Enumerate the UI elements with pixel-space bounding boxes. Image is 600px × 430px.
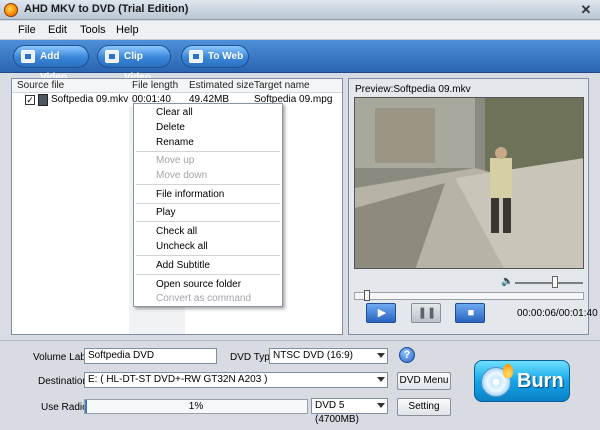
list-header: Source file File length Estimated size T… <box>12 79 342 93</box>
close-button[interactable]: ✕ <box>576 2 596 18</box>
web-icon <box>189 50 203 63</box>
video-file-icon <box>38 94 48 106</box>
destination-value: E: ( HL-DT-ST DVD+-RW GT32N A203 ) <box>88 374 268 385</box>
app-icon <box>4 3 18 17</box>
help-icon[interactable]: ? <box>399 347 415 363</box>
flame-icon <box>503 364 513 378</box>
dvd-type-select[interactable]: NTSC DVD (16:9) <box>269 348 388 364</box>
disc-size-select[interactable]: DVD 5 (4700MB) <box>311 398 388 425</box>
menu-check-all[interactable]: Check all <box>156 226 197 237</box>
destination-caption: Destination: <box>38 376 91 387</box>
to-web-label: To Web <box>208 51 244 62</box>
play-button[interactable]: ▶ <box>366 303 396 323</box>
pause-button[interactable]: ❚❚ <box>411 303 441 323</box>
disc-size-value: DVD 5 (4700MB) <box>315 400 359 425</box>
toolbar: Add Video Clip Video To Web <box>0 40 600 83</box>
burn-button[interactable]: Burn <box>474 360 570 402</box>
chevron-down-icon <box>377 403 385 408</box>
disc-usage-bar: 1% <box>84 399 308 414</box>
menu-move-down: Move down <box>156 170 208 181</box>
video-preview[interactable] <box>354 97 584 269</box>
stop-button[interactable]: ■ <box>455 303 485 323</box>
burn-label: Burn <box>517 370 564 392</box>
menu-separator <box>136 274 280 275</box>
menu-separator <box>136 151 280 152</box>
column-file-length[interactable]: File length <box>132 80 178 91</box>
chevron-down-icon <box>377 377 385 382</box>
seek-thumb[interactable] <box>363 290 370 301</box>
setting-button[interactable]: Setting <box>397 398 451 416</box>
add-video-icon <box>21 50 35 63</box>
menu-separator <box>136 255 280 256</box>
dvd-type-value: NTSC DVD (16:9) <box>273 350 354 361</box>
row-source-file: Softpedia 09.mkv <box>51 94 129 105</box>
menu-separator <box>136 203 280 204</box>
clip-video-button[interactable]: Clip Video <box>97 45 171 83</box>
volume-thumb[interactable] <box>552 276 559 288</box>
disc-usage-text: 1% <box>188 401 204 412</box>
menu-convert-as-command: Convert as command <box>156 293 252 304</box>
menu-separator <box>136 221 280 222</box>
menu-open-source-folder[interactable]: Open source folder <box>156 279 241 290</box>
window-title: AHD MKV to DVD (Trial Edition) <box>24 3 189 15</box>
play-icon: ▶ <box>377 307 387 319</box>
to-web-button[interactable]: To Web <box>181 45 249 68</box>
menu-clear-all[interactable]: Clear all <box>156 107 193 118</box>
volume-icon[interactable]: 🔈 <box>501 277 513 287</box>
column-source-file[interactable]: Source file <box>17 80 64 91</box>
menu-rename[interactable]: Rename <box>156 137 194 148</box>
stop-icon: ■ <box>467 307 475 319</box>
menu-file-information[interactable]: File information <box>156 189 224 200</box>
menu-add-subtitle[interactable]: Add Subtitle <box>156 260 210 271</box>
chevron-down-icon <box>377 353 385 358</box>
menu-delete[interactable]: Delete <box>156 122 185 133</box>
add-video-button[interactable]: Add Video <box>13 45 89 83</box>
menu-bar: File Edit Tools Help <box>0 21 600 40</box>
column-estimated-size[interactable]: Estimated size <box>189 80 254 91</box>
menu-edit[interactable]: Edit <box>48 24 67 36</box>
destination-select[interactable]: E: ( HL-DT-ST DVD+-RW GT32N A203 ) <box>84 372 388 388</box>
menu-tools[interactable]: Tools <box>80 24 106 36</box>
dvd-menu-button[interactable]: DVD Menu <box>397 372 451 390</box>
menu-uncheck-all[interactable]: Uncheck all <box>156 241 208 252</box>
volume-label-input[interactable]: Softpedia DVD <box>84 348 217 364</box>
title-bar: AHD MKV to DVD (Trial Edition) ✕ <box>0 0 600 20</box>
context-menu: Clear all Delete Rename Move up Move dow… <box>133 103 283 307</box>
time-display: 00:00:06/00:01:40 <box>517 308 598 319</box>
pause-icon: ❚❚ <box>417 307 437 319</box>
menu-play[interactable]: Play <box>156 207 175 218</box>
volume-slider[interactable] <box>515 282 583 284</box>
preview-title: Preview:Softpedia 09.mkv <box>355 84 471 95</box>
seek-bar[interactable] <box>354 292 584 300</box>
menu-help[interactable]: Help <box>116 24 139 36</box>
menu-move-up: Move up <box>156 155 195 166</box>
row-checkbox[interactable]: ✓ <box>25 95 35 105</box>
menu-separator <box>136 184 280 185</box>
video-frame <box>355 98 583 268</box>
menu-file[interactable]: File <box>18 24 36 36</box>
clip-video-icon <box>105 50 119 63</box>
preview-panel: Preview:Softpedia 09.mkv 🔈 ▶ ❚❚ ■ 00:00:… <box>348 78 598 335</box>
column-target-name[interactable]: Target name <box>254 80 310 91</box>
